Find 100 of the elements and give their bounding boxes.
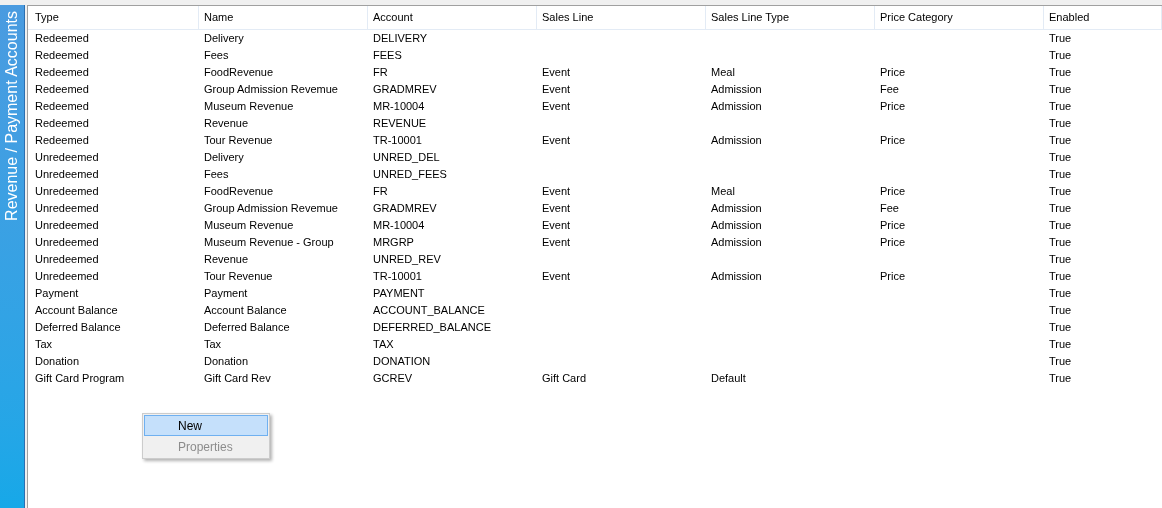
table-cell-text: Tour Revenue [204, 133, 273, 149]
table-cell-text: Admission [711, 99, 762, 115]
table-cell-text: Event [542, 269, 571, 285]
table-cell-text: Redeemed [35, 65, 89, 81]
table-cell-text: GRADMREV [373, 82, 437, 98]
table-cell-text: Redeemed [35, 82, 89, 98]
table-cell-text: Deferred Balance [35, 320, 121, 336]
table-cell-text: Museum Revenue [204, 99, 294, 115]
table-cell-text: DELIVERY [373, 31, 428, 47]
table-cell-text: Gift Card Program [35, 371, 125, 387]
table-cell-text: Default [711, 371, 746, 387]
table-cell-text: Price [880, 235, 906, 251]
table-cell-text: Gift Card [542, 371, 586, 387]
table-cell-text: Unredeemed [35, 235, 99, 251]
table-cell-text: Admission [711, 82, 762, 98]
table-cell-text: True [1049, 252, 1072, 268]
table-cell-text: Price [880, 133, 906, 149]
column-header[interactable]: Price Category [875, 6, 1044, 29]
table-cell-text: Event [542, 133, 571, 149]
table-cell-text: FEES [373, 48, 402, 64]
table-cell-text: Group Admission Revemue [204, 82, 338, 98]
table-cell-text: Event [542, 99, 571, 115]
table-cell-text: True [1049, 167, 1072, 183]
table-cell-text: UNRED_REV [373, 252, 441, 268]
table-cell-text: ACCOUNT_BALANCE [373, 303, 485, 319]
table-cell-text: TR-10001 [373, 269, 422, 285]
table-cell-text: GCREV [373, 371, 413, 387]
table-cell-text: Price [880, 269, 906, 285]
column-header[interactable]: Sales Line [537, 6, 706, 29]
table-cell-text: Redeemed [35, 99, 89, 115]
column-header[interactable]: Type [30, 6, 199, 29]
table-cell-text: True [1049, 133, 1072, 149]
table-cell-text: TAX [373, 337, 394, 353]
table-cell-text: Event [542, 65, 571, 81]
table-cell-text: True [1049, 354, 1072, 370]
table-cell-text: True [1049, 31, 1072, 47]
table-cell-text: Deferred Balance [204, 320, 290, 336]
menu-item[interactable]: New [144, 415, 268, 436]
table-cell-text: Meal [711, 65, 735, 81]
table-cell-text: True [1049, 218, 1072, 234]
table-cell-text: True [1049, 99, 1072, 115]
table-cell-text: True [1049, 371, 1072, 387]
table-cell-text: True [1049, 82, 1072, 98]
table-cell-text: Event [542, 201, 571, 217]
table-cell-text: Payment [35, 286, 79, 302]
table-cell-text: True [1049, 65, 1072, 81]
table-cell-text: TR-10001 [373, 133, 422, 149]
table-cell-text: Tour Revenue [204, 269, 273, 285]
table-cell-text: True [1049, 150, 1072, 166]
table-cell-text: UNRED_FEES [373, 167, 447, 183]
table-cell-text: Event [542, 218, 571, 234]
table-cell-text: DEFERRED_BALANCE [373, 320, 491, 336]
table-cell-text: Revenue [204, 252, 249, 268]
table-cell-text: Price [880, 218, 906, 234]
table-cell-text: True [1049, 269, 1072, 285]
table-cell-text: True [1049, 235, 1072, 251]
table-cell-text: True [1049, 286, 1072, 302]
table-cell-text: Unredeemed [35, 184, 99, 200]
table-cell-text: FR [373, 184, 388, 200]
column-header[interactable]: Sales Line Type [706, 6, 875, 29]
table-cell-text: Admission [711, 269, 762, 285]
table-cell-text: Price [880, 99, 906, 115]
table-cell-text: Price [880, 65, 906, 81]
table-cell-text: True [1049, 320, 1072, 336]
table-cell-text: Unredeemed [35, 167, 99, 183]
table-cell-text: PAYMENT [373, 286, 425, 302]
table-cell-text: Tax [204, 337, 222, 353]
table-cell-text: Unredeemed [35, 201, 99, 217]
table-cell-text: Admission [711, 218, 762, 234]
table-cell-text: MRGRP [373, 235, 414, 251]
table-cell-text: Museum Revenue [204, 218, 294, 234]
table-cell-text: REVENUE [373, 116, 427, 132]
column-header[interactable]: Account [368, 6, 537, 29]
table-cell-text: GRADMREV [373, 201, 437, 217]
table-cell-text: DONATION [373, 354, 431, 370]
table-cell-text: True [1049, 184, 1072, 200]
table-cell-text: FoodRevenue [204, 65, 274, 81]
table-cell-text: Unredeemed [35, 252, 99, 268]
side-tab-label: Revenue / Payment Accounts [2, 11, 21, 221]
table-cell-text: Unredeemed [35, 150, 99, 166]
table-cell-text: True [1049, 337, 1072, 353]
table-cell-text: Unredeemed [35, 269, 99, 285]
table-cell-text: True [1049, 48, 1072, 64]
table-cell-text: Gift Card Rev [204, 371, 271, 387]
table-cell-text: Payment [204, 286, 248, 302]
table-cell-text: Unredeemed [35, 218, 99, 234]
table-cell-text: Fee [880, 201, 899, 217]
table-cell-text: Event [542, 235, 571, 251]
table-cell-text: MR-10004 [373, 218, 425, 234]
table-cell-text: Event [542, 184, 571, 200]
table-cell-text: Group Admission Revemue [204, 201, 338, 217]
column-header[interactable]: Name [199, 6, 368, 29]
column-header[interactable]: Enabled [1044, 6, 1162, 29]
table-cell-text: Admission [711, 235, 762, 251]
table-cell-text: Price [880, 184, 906, 200]
table-cell-text: Donation [204, 354, 249, 370]
table-cell-text: Fee [880, 82, 899, 98]
table-cell-text: Tax [35, 337, 53, 353]
table-cell-text: Redeemed [35, 31, 89, 47]
table-cell-text: Account Balance [204, 303, 287, 319]
